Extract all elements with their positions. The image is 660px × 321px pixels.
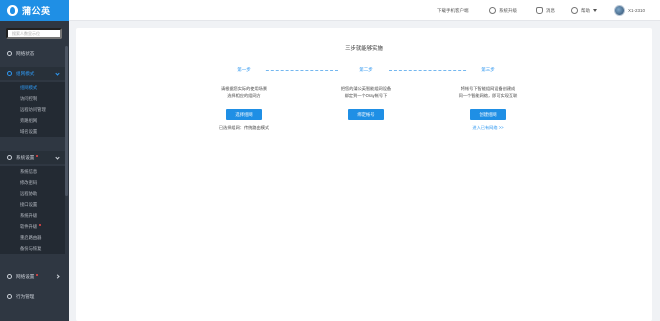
sidebar-subitem[interactable]: 接口设置 bbox=[0, 199, 65, 210]
selected-mode-note: 已选择组网：传统路由模式 bbox=[218, 125, 270, 130]
account-menu[interactable]: X1-2310 bbox=[614, 0, 645, 21]
download-client-link[interactable]: 下载手机客户端 bbox=[437, 0, 469, 21]
device-name: X1-2310 bbox=[628, 8, 646, 13]
notification-dot bbox=[36, 273, 39, 276]
sidebar-subitem[interactable]: 域名设置 bbox=[0, 126, 65, 137]
sidebar-item-system-settings[interactable]: 系统设置 bbox=[0, 151, 65, 164]
networking-submenu: 组网模式 访问控制 远程访问管理 旁路组网 域名设置 bbox=[0, 82, 65, 137]
main-panel: 三步就能够实施 第一步 第二步 第三步 请根据您实际的使用场景 选择相应的组网方… bbox=[76, 28, 652, 321]
bind-account-button[interactable]: 绑定帐号 bbox=[348, 109, 384, 120]
upgrade-link[interactable]: 系统升级 bbox=[489, 0, 517, 21]
sidebar-scrollbar[interactable] bbox=[65, 46, 68, 196]
sidebar-subitem[interactable]: 备份与恢复 bbox=[0, 243, 65, 254]
sidebar-subitem[interactable]: 远程访问管理 bbox=[0, 104, 65, 115]
step-connector bbox=[389, 70, 471, 71]
bell-icon bbox=[536, 7, 543, 14]
help-icon bbox=[571, 7, 578, 14]
chevron-down-icon bbox=[55, 155, 60, 160]
chevron-right-icon bbox=[55, 274, 60, 279]
chevron-down-icon bbox=[55, 71, 60, 76]
sidebar-item-label: 行为管理 bbox=[16, 293, 35, 299]
help-menu[interactable]: 帮助 bbox=[571, 0, 597, 21]
top-bar: 蒲公英 下载手机客户端 系统升级 消息 帮助 X1-2310 bbox=[0, 0, 660, 21]
search-input[interactable] bbox=[6, 28, 62, 39]
download-client-label: 下载手机客户端 bbox=[437, 7, 469, 13]
help-label: 帮助 bbox=[581, 7, 590, 13]
step-1-description: 请根据您实际的使用场景 选择相应的组网方 bbox=[189, 86, 299, 99]
select-networking-button[interactable]: 选择组网 bbox=[226, 109, 262, 120]
sidebar-item-networking-mode[interactable]: 组网模式 bbox=[0, 67, 65, 80]
messages-link[interactable]: 消息 bbox=[536, 0, 555, 21]
create-network-button[interactable]: 创建组网 bbox=[470, 109, 506, 120]
step-1-label: 第一步 bbox=[224, 67, 264, 73]
step-3-label: 第三步 bbox=[468, 67, 508, 73]
sidebar-item-label: 网络设置 bbox=[16, 273, 35, 279]
chevron-down-icon bbox=[593, 9, 597, 12]
avatar bbox=[614, 5, 625, 16]
network-status-icon bbox=[7, 51, 12, 56]
sidebar-item-behavior[interactable]: 行为管理 bbox=[0, 290, 65, 303]
sidebar-subitem[interactable]: 软件升级 bbox=[0, 221, 65, 232]
messages-label: 消息 bbox=[546, 7, 555, 13]
sidebar-item-network-status[interactable]: 网络状态 bbox=[0, 47, 65, 60]
step-connector bbox=[256, 70, 338, 71]
sidebar-item-label: 组网模式 bbox=[16, 70, 35, 76]
sidebar-item-network-settings[interactable]: 网络设置 bbox=[0, 270, 65, 283]
networking-icon bbox=[7, 71, 12, 76]
step-2-description: 把您的蒲公英智能组网设备 绑定到一个Oray帐号下 bbox=[311, 86, 421, 99]
notification-dot bbox=[39, 223, 42, 226]
sidebar-subitem[interactable]: 系统信息 bbox=[0, 166, 65, 177]
step-2-desc-line: 绑定到一个Oray帐号下 bbox=[344, 92, 388, 98]
sidebar-subitem-label: 软件升级 bbox=[20, 223, 38, 229]
step-2-label: 第二步 bbox=[346, 67, 386, 73]
sidebar-item-label: 网络状态 bbox=[16, 50, 35, 56]
step-3-desc-line: 同一个智能网络，即可实现互联 bbox=[458, 92, 518, 98]
enter-existing-network-link[interactable]: 进入已有网络 >> bbox=[448, 125, 528, 131]
system-submenu: 系统信息 修改密码 远程协助 接口设置 系统升级 软件升级 重启路由器 备份与恢… bbox=[0, 166, 65, 254]
sidebar-subitem[interactable]: 远程协助 bbox=[0, 188, 65, 199]
sidebar-subitem[interactable]: 旁路组网 bbox=[0, 115, 65, 126]
sidebar: 网络状态 组网模式 组网模式 访问控制 远程访问管理 旁路组网 域名设置 系统设… bbox=[0, 21, 69, 321]
dandelion-logo-icon bbox=[7, 5, 18, 16]
behavior-icon bbox=[7, 294, 12, 299]
sidebar-subitem[interactable]: 系统升级 bbox=[0, 210, 65, 221]
notification-dot bbox=[36, 154, 39, 157]
sidebar-subitem[interactable]: 修改密码 bbox=[0, 177, 65, 188]
sidebar-item-label: 系统设置 bbox=[16, 154, 35, 160]
sidebar-subitem[interactable]: 访问控制 bbox=[0, 93, 65, 104]
upgrade-icon bbox=[489, 7, 496, 14]
network-settings-icon bbox=[7, 274, 12, 279]
sidebar-subitem[interactable]: 组网模式 bbox=[0, 82, 65, 93]
brand[interactable]: 蒲公英 bbox=[0, 0, 69, 21]
gear-icon bbox=[7, 155, 12, 160]
steps-wizard: 第一步 第二步 第三步 请根据您实际的使用场景 选择相应的组网方 把您的蒲公英智… bbox=[76, 28, 652, 321]
upgrade-label: 系统升级 bbox=[499, 7, 517, 13]
brand-name: 蒲公英 bbox=[22, 6, 51, 16]
step-3-description: 将帐号下智能组网设备创建成 同一个智能网络，即可实现互联 bbox=[433, 86, 543, 99]
sidebar-subitem[interactable]: 重启路由器 bbox=[0, 232, 65, 243]
step-1-desc-line: 选择相应的组网方 bbox=[227, 92, 261, 98]
